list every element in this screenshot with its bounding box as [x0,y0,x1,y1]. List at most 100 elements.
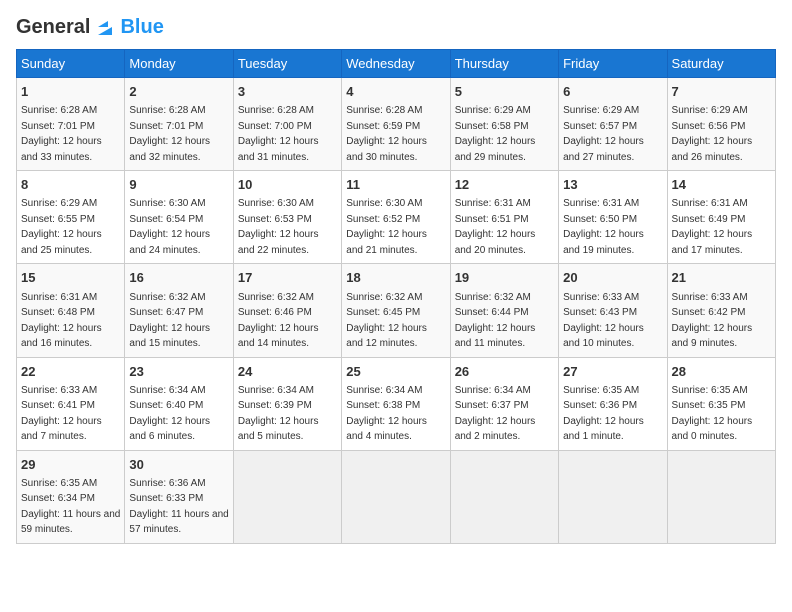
day-number: 30 [129,456,228,474]
calendar-cell: 8 Sunrise: 6:29 AMSunset: 6:55 PMDayligh… [17,171,125,264]
column-header-tuesday: Tuesday [233,50,341,78]
week-row-5: 29 Sunrise: 6:35 AMSunset: 6:34 PMDaylig… [17,450,776,543]
calendar-cell: 5 Sunrise: 6:29 AMSunset: 6:58 PMDayligh… [450,78,558,171]
cell-info: Sunrise: 6:33 AMSunset: 6:42 PMDaylight:… [672,292,753,350]
logo-general: General [16,16,90,39]
cell-info: Sunrise: 6:32 AMSunset: 6:45 PMDaylight:… [346,292,427,350]
calendar-cell: 26 Sunrise: 6:34 AMSunset: 6:37 PMDaylig… [450,357,558,450]
cell-info: Sunrise: 6:36 AMSunset: 6:33 PMDaylight:… [129,478,228,536]
week-row-1: 1 Sunrise: 6:28 AMSunset: 7:01 PMDayligh… [17,78,776,171]
column-header-saturday: Saturday [667,50,775,78]
logo-blue: Blue [120,16,163,39]
calendar-cell: 24 Sunrise: 6:34 AMSunset: 6:39 PMDaylig… [233,357,341,450]
day-number: 10 [238,176,337,194]
calendar-cell: 19 Sunrise: 6:32 AMSunset: 6:44 PMDaylig… [450,264,558,357]
calendar-cell [559,450,667,543]
calendar-cell: 30 Sunrise: 6:36 AMSunset: 6:33 PMDaylig… [125,450,233,543]
day-number: 16 [129,269,228,287]
cell-info: Sunrise: 6:35 AMSunset: 6:36 PMDaylight:… [563,385,644,443]
day-number: 5 [455,83,554,101]
cell-info: Sunrise: 6:31 AMSunset: 6:48 PMDaylight:… [21,292,102,350]
day-number: 21 [672,269,771,287]
day-number: 20 [563,269,662,287]
calendar-cell: 28 Sunrise: 6:35 AMSunset: 6:35 PMDaylig… [667,357,775,450]
calendar-cell: 11 Sunrise: 6:30 AMSunset: 6:52 PMDaylig… [342,171,450,264]
cell-info: Sunrise: 6:29 AMSunset: 6:55 PMDaylight:… [21,198,102,256]
cell-info: Sunrise: 6:29 AMSunset: 6:58 PMDaylight:… [455,105,536,163]
calendar-cell [450,450,558,543]
calendar-cell: 23 Sunrise: 6:34 AMSunset: 6:40 PMDaylig… [125,357,233,450]
calendar-cell: 1 Sunrise: 6:28 AMSunset: 7:01 PMDayligh… [17,78,125,171]
day-number: 15 [21,269,120,287]
calendar-cell: 12 Sunrise: 6:31 AMSunset: 6:51 PMDaylig… [450,171,558,264]
cell-info: Sunrise: 6:34 AMSunset: 6:38 PMDaylight:… [346,385,427,443]
day-number: 19 [455,269,554,287]
logo: General Blue [16,16,164,39]
cell-info: Sunrise: 6:29 AMSunset: 6:57 PMDaylight:… [563,105,644,163]
calendar-cell: 17 Sunrise: 6:32 AMSunset: 6:46 PMDaylig… [233,264,341,357]
calendar-cell: 6 Sunrise: 6:29 AMSunset: 6:57 PMDayligh… [559,78,667,171]
calendar-cell: 9 Sunrise: 6:30 AMSunset: 6:54 PMDayligh… [125,171,233,264]
week-row-3: 15 Sunrise: 6:31 AMSunset: 6:48 PMDaylig… [17,264,776,357]
calendar-cell: 27 Sunrise: 6:35 AMSunset: 6:36 PMDaylig… [559,357,667,450]
calendar-cell: 15 Sunrise: 6:31 AMSunset: 6:48 PMDaylig… [17,264,125,357]
calendar-cell: 13 Sunrise: 6:31 AMSunset: 6:50 PMDaylig… [559,171,667,264]
day-number: 22 [21,363,120,381]
day-number: 11 [346,176,445,194]
column-header-monday: Monday [125,50,233,78]
cell-info: Sunrise: 6:32 AMSunset: 6:46 PMDaylight:… [238,292,319,350]
calendar-cell [342,450,450,543]
column-header-thursday: Thursday [450,50,558,78]
cell-info: Sunrise: 6:31 AMSunset: 6:49 PMDaylight:… [672,198,753,256]
cell-info: Sunrise: 6:35 AMSunset: 6:35 PMDaylight:… [672,385,753,443]
cell-info: Sunrise: 6:32 AMSunset: 6:47 PMDaylight:… [129,292,210,350]
day-number: 8 [21,176,120,194]
day-number: 2 [129,83,228,101]
day-number: 3 [238,83,337,101]
cell-info: Sunrise: 6:34 AMSunset: 6:40 PMDaylight:… [129,385,210,443]
cell-info: Sunrise: 6:32 AMSunset: 6:44 PMDaylight:… [455,292,536,350]
day-number: 23 [129,363,228,381]
cell-info: Sunrise: 6:30 AMSunset: 6:54 PMDaylight:… [129,198,210,256]
cell-info: Sunrise: 6:28 AMSunset: 7:01 PMDaylight:… [129,105,210,163]
calendar-cell: 3 Sunrise: 6:28 AMSunset: 7:00 PMDayligh… [233,78,341,171]
calendar-cell: 22 Sunrise: 6:33 AMSunset: 6:41 PMDaylig… [17,357,125,450]
day-number: 12 [455,176,554,194]
cell-info: Sunrise: 6:34 AMSunset: 6:37 PMDaylight:… [455,385,536,443]
calendar-cell [667,450,775,543]
day-number: 18 [346,269,445,287]
calendar-cell: 16 Sunrise: 6:32 AMSunset: 6:47 PMDaylig… [125,264,233,357]
day-number: 14 [672,176,771,194]
day-number: 4 [346,83,445,101]
logo-triangle-icon [94,17,116,39]
day-number: 27 [563,363,662,381]
day-number: 25 [346,363,445,381]
day-number: 13 [563,176,662,194]
cell-info: Sunrise: 6:30 AMSunset: 6:53 PMDaylight:… [238,198,319,256]
calendar-cell: 21 Sunrise: 6:33 AMSunset: 6:42 PMDaylig… [667,264,775,357]
day-number: 6 [563,83,662,101]
calendar-cell: 25 Sunrise: 6:34 AMSunset: 6:38 PMDaylig… [342,357,450,450]
calendar-cell: 2 Sunrise: 6:28 AMSunset: 7:01 PMDayligh… [125,78,233,171]
day-number: 17 [238,269,337,287]
week-row-2: 8 Sunrise: 6:29 AMSunset: 6:55 PMDayligh… [17,171,776,264]
calendar-cell: 20 Sunrise: 6:33 AMSunset: 6:43 PMDaylig… [559,264,667,357]
cell-info: Sunrise: 6:34 AMSunset: 6:39 PMDaylight:… [238,385,319,443]
calendar-header-row: SundayMondayTuesdayWednesdayThursdayFrid… [17,50,776,78]
column-header-friday: Friday [559,50,667,78]
cell-info: Sunrise: 6:30 AMSunset: 6:52 PMDaylight:… [346,198,427,256]
cell-info: Sunrise: 6:35 AMSunset: 6:34 PMDaylight:… [21,478,120,536]
cell-info: Sunrise: 6:33 AMSunset: 6:43 PMDaylight:… [563,292,644,350]
calendar-cell: 29 Sunrise: 6:35 AMSunset: 6:34 PMDaylig… [17,450,125,543]
calendar-cell [233,450,341,543]
calendar-cell: 14 Sunrise: 6:31 AMSunset: 6:49 PMDaylig… [667,171,775,264]
cell-info: Sunrise: 6:31 AMSunset: 6:50 PMDaylight:… [563,198,644,256]
cell-info: Sunrise: 6:28 AMSunset: 7:01 PMDaylight:… [21,105,102,163]
column-header-sunday: Sunday [17,50,125,78]
calendar-table: SundayMondayTuesdayWednesdayThursdayFrid… [16,49,776,544]
cell-info: Sunrise: 6:28 AMSunset: 7:00 PMDaylight:… [238,105,319,163]
day-number: 7 [672,83,771,101]
cell-info: Sunrise: 6:33 AMSunset: 6:41 PMDaylight:… [21,385,102,443]
calendar-cell: 18 Sunrise: 6:32 AMSunset: 6:45 PMDaylig… [342,264,450,357]
calendar-cell: 4 Sunrise: 6:28 AMSunset: 6:59 PMDayligh… [342,78,450,171]
